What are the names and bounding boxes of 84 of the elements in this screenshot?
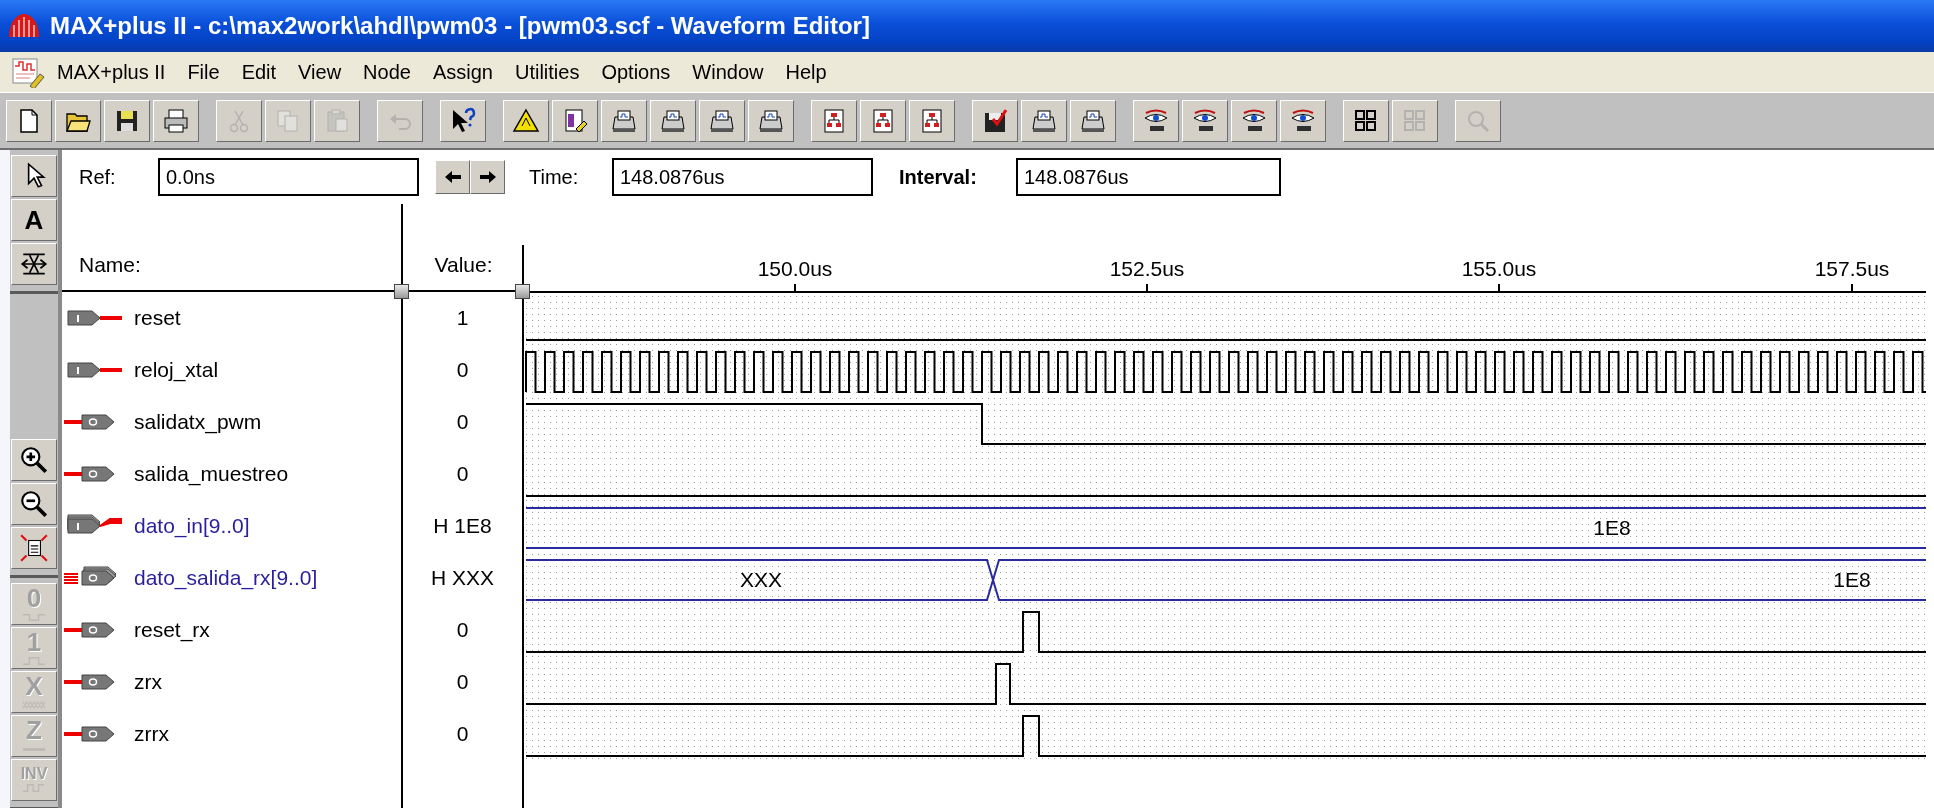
toolbar-button[interactable] — [552, 99, 598, 142]
arrow-right-icon — [478, 170, 497, 184]
field-label: Ref: — [79, 165, 117, 190]
time-field[interactable]: 148.0876us — [612, 158, 873, 196]
menu-item[interactable]: Assign — [421, 57, 504, 87]
arrow-right-button[interactable] — [470, 160, 505, 194]
menu-item[interactable]: Node — [352, 57, 422, 87]
printer-icon — [162, 106, 190, 135]
toolbar-button[interactable] — [1021, 99, 1067, 142]
signal-value: H XXX — [431, 565, 494, 592]
menu-item[interactable]: Options — [590, 57, 682, 87]
high-level-icon — [20, 655, 48, 667]
toolbar-button[interactable] — [440, 99, 486, 142]
bus-value-label: 1E8 — [1593, 516, 1631, 539]
window-title: MAX+plus II - c:\max2work\ahdl\pwm03 - [pwm03.scf - Waveform Editor] — [50, 11, 870, 41]
menu-item[interactable]: File — [176, 57, 231, 87]
signal-name[interactable]: reset_rx — [134, 614, 210, 646]
zoom-out-icon — [19, 489, 49, 519]
signal-name[interactable]: zrrx — [134, 718, 169, 750]
toolbar-button[interactable] — [55, 99, 101, 142]
column-header: Value: — [434, 251, 493, 278]
arrow-left-button[interactable] — [435, 160, 470, 194]
signal-name[interactable]: salidatx_pwm — [134, 406, 262, 438]
toolbar-button[interactable] — [6, 99, 52, 142]
signal-value: 0 — [456, 357, 469, 384]
column-handle[interactable] — [515, 284, 530, 299]
menu-item[interactable]: Help — [774, 57, 838, 87]
interval-field[interactable]: 148.0876us — [1016, 158, 1281, 196]
toolbar-button[interactable] — [601, 99, 647, 142]
toolbar-button[interactable] — [503, 99, 549, 142]
tool-button[interactable]: A — [11, 199, 57, 241]
signal-value: 0 — [456, 461, 469, 488]
zoom-in-icon — [19, 445, 49, 475]
menu-item[interactable]: Utilities — [503, 57, 591, 87]
field-label: Interval: — [899, 165, 978, 190]
toolbar-button[interactable] — [104, 99, 150, 142]
toolbar-button[interactable] — [1070, 99, 1116, 142]
tool-button[interactable] — [11, 527, 57, 569]
signal-name[interactable]: dato_in[9..0] — [134, 510, 250, 542]
signal-value: 0 — [456, 721, 469, 748]
signal-value: 0 — [456, 669, 469, 696]
ref-field[interactable]: 0.0ns — [158, 158, 419, 196]
signal-value: 0 — [456, 617, 469, 644]
tool-button[interactable] — [11, 439, 57, 481]
signal-name[interactable]: dato_salida_rx[9..0] — [134, 562, 318, 594]
tool-button[interactable] — [11, 155, 57, 197]
bus-value-label: XXX — [740, 568, 782, 591]
low-level-icon — [20, 611, 48, 623]
toolbar-button[interactable] — [1231, 99, 1277, 142]
field-label: Time: — [529, 165, 580, 190]
menu-item[interactable]: Edit — [230, 57, 288, 87]
menu-item[interactable]: Window — [681, 57, 775, 87]
tick-label: 157.5us — [1814, 257, 1890, 280]
menu-item[interactable]: View — [287, 57, 353, 87]
toolbar-button[interactable] — [153, 99, 199, 142]
column-handle[interactable] — [394, 284, 409, 299]
column-header: Name: — [79, 251, 141, 278]
signal-value: 0 — [456, 409, 469, 436]
toolbar-button[interactable] — [699, 99, 745, 142]
tool-button[interactable] — [11, 243, 57, 285]
signal-value: 1 — [456, 305, 469, 332]
arrow-left-icon — [443, 170, 462, 184]
toolbar-button[interactable] — [748, 99, 794, 142]
toolbar-button[interactable] — [650, 99, 696, 142]
fit-page-icon — [19, 533, 49, 563]
signal-name[interactable]: reset — [134, 302, 181, 334]
hatch-icon — [20, 699, 48, 711]
bus-value-label: 1E8 — [1833, 568, 1871, 591]
signal-name[interactable]: zrx — [134, 666, 162, 698]
toolbar-button[interactable] — [1280, 99, 1326, 142]
tick-label: 155.0us — [1461, 257, 1537, 280]
toolbar-button[interactable] — [972, 99, 1018, 142]
menu-item[interactable]: MAX+plus II — [46, 57, 177, 87]
tool-button[interactable] — [11, 483, 57, 525]
warning-icon — [512, 106, 540, 135]
signal-name[interactable]: salida_muestreo — [134, 458, 289, 490]
toolbar-button[interactable] — [1133, 99, 1179, 142]
toolbar-button[interactable] — [1343, 99, 1389, 142]
signal-value: H 1E8 — [433, 513, 492, 540]
signal-name[interactable]: reloj_xtal — [134, 354, 219, 386]
tick-label: 152.5us — [1109, 257, 1185, 280]
toolbar-button[interactable] — [1182, 99, 1228, 142]
tick-label: 150.0us — [757, 257, 833, 280]
document-icon — [10, 56, 46, 88]
